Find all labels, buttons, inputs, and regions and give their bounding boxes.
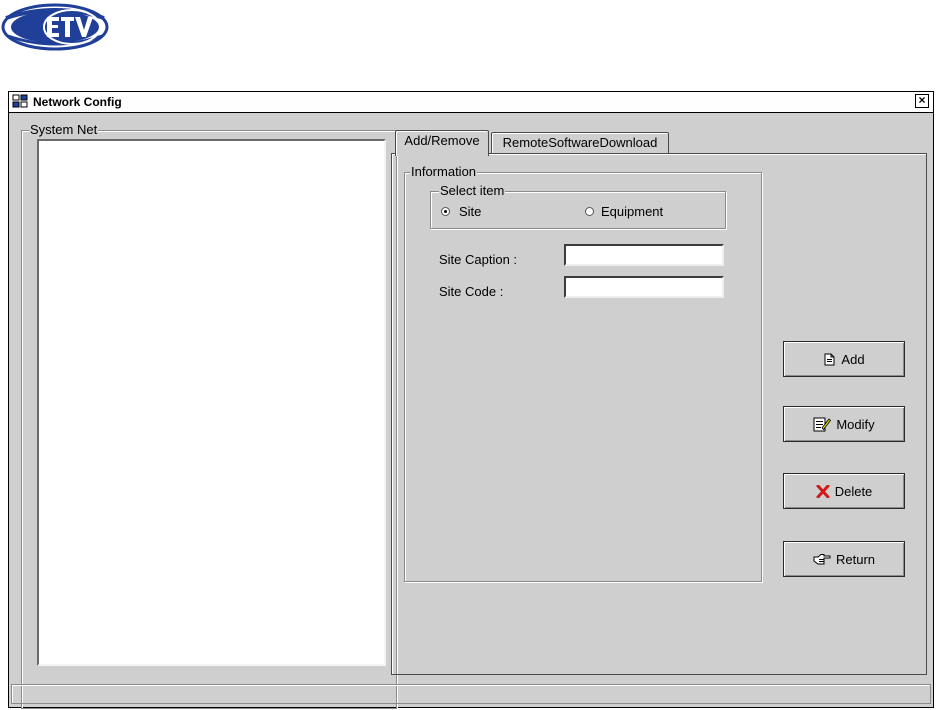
tab-remote-software-download[interactable]: RemoteSoftwareDownload <box>491 132 669 154</box>
company-logo <box>0 0 110 52</box>
site-code-label: Site Code : <box>439 284 504 299</box>
modify-button-label: Modify <box>836 416 875 432</box>
pointing-hand-icon <box>813 553 831 565</box>
network-config-window: Network Config × System Net Add/Remove R… <box>8 91 934 709</box>
site-radio[interactable] <box>441 207 450 216</box>
site-caption-input[interactable] <box>564 244 724 266</box>
add-document-icon <box>823 353 836 366</box>
equipment-radio-label[interactable]: Equipment <box>601 204 663 220</box>
information-group <box>404 172 762 582</box>
system-net-tree[interactable] <box>37 139 386 666</box>
add-button-label: Add <box>841 351 865 367</box>
tab-add-remove[interactable]: Add/Remove <box>395 130 489 156</box>
window-icon <box>12 94 28 109</box>
window-title: Network Config <box>33 95 122 109</box>
return-button[interactable]: Return <box>783 541 905 577</box>
edit-document-icon <box>813 416 832 432</box>
system-net-label: System Net <box>29 122 99 137</box>
delete-button[interactable]: Delete <box>783 473 905 509</box>
add-button[interactable]: Add <box>783 341 905 377</box>
close-button[interactable]: × <box>915 94 929 108</box>
status-bar <box>11 684 931 704</box>
select-item-label: Select item <box>439 183 506 198</box>
site-radio-label[interactable]: Site <box>459 204 481 220</box>
equipment-radio[interactable] <box>585 207 594 216</box>
delete-x-icon <box>816 484 830 498</box>
site-code-input[interactable] <box>564 276 724 298</box>
close-icon: × <box>918 93 926 107</box>
modify-button[interactable]: Modify <box>783 406 905 442</box>
title-bar: Network Config × <box>9 92 933 113</box>
return-button-label: Return <box>835 551 876 567</box>
information-label: Information <box>410 164 478 179</box>
site-caption-label: Site Caption : <box>439 252 518 267</box>
delete-button-label: Delete <box>834 483 873 499</box>
